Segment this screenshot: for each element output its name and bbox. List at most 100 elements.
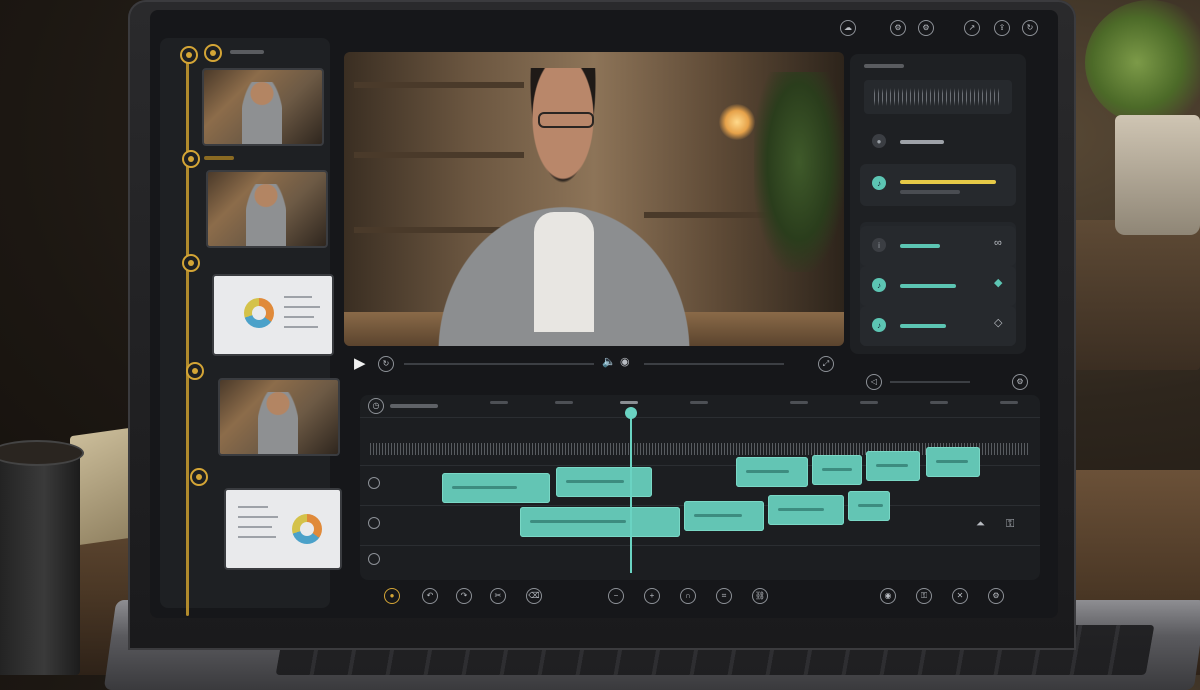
- thumbnail-video[interactable]: [202, 68, 324, 146]
- refresh-icon[interactable]: ↻: [1022, 20, 1038, 36]
- sequence-node[interactable]: [186, 362, 204, 380]
- donut-chart-icon: [244, 298, 274, 328]
- top-toolbar: ☁ ⚙ ⚙ ↗ ⇪ ↻: [840, 14, 1050, 42]
- time-ruler[interactable]: ◷: [360, 395, 1040, 418]
- diamond-icon[interactable]: ◆: [994, 278, 1002, 289]
- master-volume-slider[interactable]: [890, 381, 970, 383]
- timeline-clip[interactable]: [848, 491, 890, 521]
- undo-icon[interactable]: ↶: [422, 588, 438, 604]
- property-row-selected[interactable]: ♪: [860, 164, 1016, 206]
- presenter-shirt: [534, 212, 594, 332]
- eye-icon[interactable]: ◉: [880, 588, 896, 604]
- volume-slider[interactable]: [644, 363, 784, 365]
- row-sub-placeholder: [900, 190, 960, 194]
- panel-title-placeholder: [864, 64, 904, 68]
- doc-text-line: [284, 306, 320, 308]
- timeline-clip[interactable]: [866, 451, 920, 481]
- volume-icon[interactable]: 🔈: [602, 357, 616, 368]
- player-controls: ▶ ↻ 🔈 ◉ ⤢: [344, 350, 844, 378]
- timeline-clip[interactable]: [926, 447, 980, 477]
- audio-icon: ♪: [872, 176, 886, 190]
- doc-text-line: [284, 316, 314, 318]
- export-icon[interactable]: ⇪: [994, 20, 1010, 36]
- doc-text-line: [238, 506, 268, 508]
- ruler-tick: [555, 401, 573, 404]
- link-icon[interactable]: ∞: [994, 238, 1002, 249]
- delete-icon[interactable]: ✕: [952, 588, 968, 604]
- presenter-figure: [246, 184, 286, 246]
- track-visibility-icon[interactable]: [368, 477, 380, 489]
- row-label-placeholder: [900, 324, 946, 328]
- sequence-node[interactable]: [204, 44, 222, 62]
- presenter-figure: [242, 82, 282, 144]
- sequence-node[interactable]: [180, 46, 198, 64]
- zoom-out-icon[interactable]: −: [608, 588, 624, 604]
- sequence-node[interactable]: [190, 468, 208, 486]
- thumbnail-document[interactable]: [224, 488, 342, 570]
- ruler-tick: [860, 401, 878, 404]
- ruler-tick: [790, 401, 808, 404]
- timeline-clip[interactable]: [442, 473, 550, 503]
- track-row[interactable]: ♪ ◆: [860, 266, 1016, 306]
- doc-text-line: [284, 326, 318, 328]
- doc-text-line: [238, 536, 276, 538]
- timeline-clip[interactable]: [736, 457, 808, 487]
- share-icon[interactable]: ↗: [964, 20, 980, 36]
- audio-level-icon[interactable]: ⏶: [976, 519, 985, 530]
- fullscreen-icon[interactable]: ⤢: [818, 356, 834, 372]
- node-label-placeholder: [204, 156, 234, 160]
- property-row[interactable]: ●: [860, 122, 1016, 162]
- scrub-bar[interactable]: [404, 363, 594, 365]
- crop-icon[interactable]: ⌗: [716, 588, 732, 604]
- timeline[interactable]: ◷ ⏶ ⚿: [360, 395, 1040, 580]
- timeline-clip[interactable]: [684, 501, 764, 531]
- timeline-clip[interactable]: [812, 455, 862, 485]
- magnet-icon[interactable]: ∩: [680, 588, 696, 604]
- speaker-icon[interactable]: ◁: [866, 374, 882, 390]
- timeline-clip[interactable]: [768, 495, 844, 525]
- split-icon[interactable]: ✂: [490, 588, 506, 604]
- timeline-clip[interactable]: [520, 507, 680, 537]
- zoom-in-icon[interactable]: +: [644, 588, 660, 604]
- sequence-node[interactable]: [182, 150, 200, 168]
- media-sidebar: [160, 38, 342, 616]
- video-preview[interactable]: [344, 52, 844, 346]
- thumbnail-document[interactable]: [212, 274, 334, 356]
- settings-icon[interactable]: ⚙: [1012, 374, 1028, 390]
- doc-text-line: [284, 296, 312, 298]
- ruler-tick: [620, 401, 638, 404]
- redo-icon[interactable]: ↷: [456, 588, 472, 604]
- loop-icon[interactable]: ↻: [378, 356, 394, 372]
- audio-waveform-preview: [864, 80, 1012, 114]
- doc-text-line: [238, 526, 272, 528]
- play-icon[interactable]: ▶: [354, 356, 366, 371]
- thumbnail-video[interactable]: [206, 170, 328, 248]
- settings-icon[interactable]: ⚙: [890, 20, 906, 36]
- record-icon[interactable]: ●: [384, 588, 400, 604]
- track-row[interactable]: ♪ ◇: [860, 306, 1016, 346]
- track-row[interactable]: i ∞: [860, 226, 1016, 266]
- cloud-sync-icon[interactable]: ☁: [840, 20, 856, 36]
- settings-icon[interactable]: ⚙: [988, 588, 1004, 604]
- row-label-placeholder: [900, 284, 956, 288]
- diamond-icon[interactable]: ◇: [994, 318, 1002, 329]
- link-icon[interactable]: ⛓: [752, 588, 768, 604]
- ruler-tick: [690, 401, 708, 404]
- sequence-node[interactable]: [182, 254, 200, 272]
- camera-icon[interactable]: ◉: [620, 357, 630, 368]
- lock-icon[interactable]: ⚿: [916, 588, 932, 604]
- doc-text-line: [238, 516, 278, 518]
- thumbnail-video[interactable]: [218, 378, 340, 456]
- row-label-placeholder: [900, 140, 944, 144]
- timeline-clock-icon: ◷: [368, 398, 384, 414]
- settings-icon[interactable]: ⚙: [918, 20, 934, 36]
- playhead[interactable]: [625, 407, 637, 573]
- bottom-toolbar: ● ↶ ↷ ✂ ⌫ − + ∩ ⌗ ⛓ ◉ ⚿ ✕ ⚙: [360, 582, 1040, 610]
- sequence-rail: [186, 56, 189, 616]
- background-plant: [1085, 0, 1200, 125]
- track-visibility-icon[interactable]: [368, 553, 380, 565]
- lock-icon[interactable]: ⚿: [1006, 519, 1014, 530]
- cut-icon[interactable]: ⌫: [526, 588, 542, 604]
- track-visibility-icon[interactable]: [368, 517, 380, 529]
- timeline-clip[interactable]: [556, 467, 652, 497]
